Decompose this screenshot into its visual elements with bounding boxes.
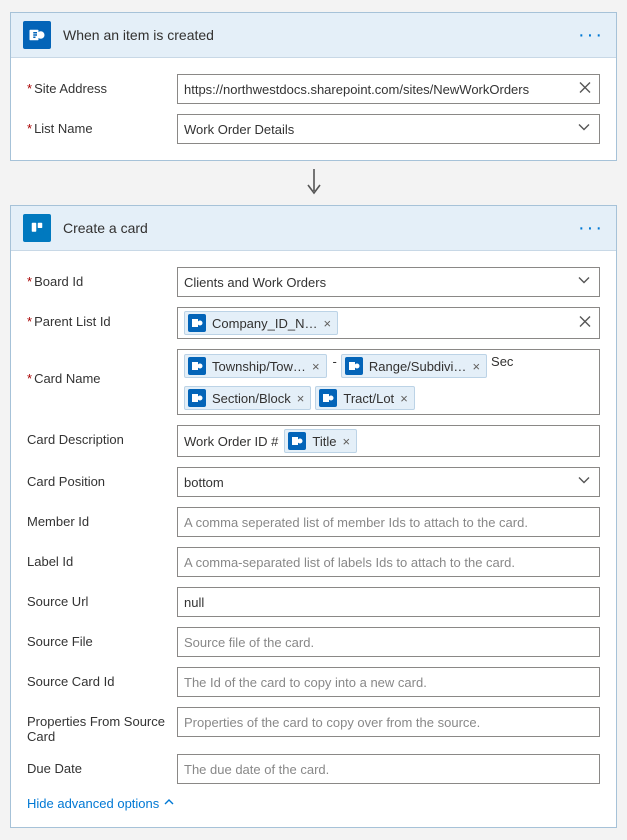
source-file-input[interactable]: Source file of the card.	[177, 627, 600, 657]
dynamic-token[interactable]: Section/Block ×	[184, 386, 311, 410]
chevron-up-icon	[163, 796, 175, 811]
sharepoint-token-icon	[319, 389, 337, 407]
site-address-label: *Site Address	[27, 74, 177, 96]
dynamic-token[interactable]: Township/Tow… ×	[184, 354, 327, 378]
action-more-button[interactable]: ···	[578, 223, 604, 233]
member-id-label: Member Id	[27, 507, 177, 529]
card-position-select[interactable]: bottom	[177, 467, 600, 497]
trigger-more-button[interactable]: ···	[578, 30, 604, 40]
token-remove-icon[interactable]: ×	[324, 316, 332, 331]
dynamic-token[interactable]: Title ×	[284, 429, 357, 453]
trigger-body: *Site Address https://northwestdocs.shar…	[11, 58, 616, 160]
chevron-down-icon[interactable]	[577, 474, 591, 491]
sharepoint-token-icon	[288, 432, 306, 450]
due-date-label: Due Date	[27, 754, 177, 776]
source-card-id-label: Source Card Id	[27, 667, 177, 689]
label-id-label: Label Id	[27, 547, 177, 569]
token-remove-icon[interactable]: ×	[342, 434, 350, 449]
token-remove-icon[interactable]: ×	[472, 359, 480, 374]
properties-from-source-input[interactable]: Properties of the card to copy over from…	[177, 707, 600, 737]
clear-icon[interactable]	[579, 82, 591, 97]
card-name-label: *Card Name	[27, 349, 177, 386]
action-title: Create a card	[63, 220, 578, 236]
action-card: Create a card ··· *Board Id Clients and …	[10, 205, 617, 828]
hide-advanced-toggle[interactable]: Hide advanced options	[27, 796, 175, 811]
source-file-label: Source File	[27, 627, 177, 649]
card-name-input[interactable]: Township/Tow… × - Range/Subdivi… × Sec S…	[177, 349, 600, 415]
action-header[interactable]: Create a card ···	[11, 206, 616, 251]
sharepoint-token-icon	[345, 357, 363, 375]
action-body: *Board Id Clients and Work Orders *Paren…	[11, 251, 616, 827]
sharepoint-token-icon	[188, 357, 206, 375]
sharepoint-token-icon	[188, 314, 206, 332]
due-date-input[interactable]: The due date of the card.	[177, 754, 600, 784]
card-description-input[interactable]: Work Order ID # Title ×	[177, 425, 600, 457]
label-id-input[interactable]: A comma-separated list of labels Ids to …	[177, 547, 600, 577]
card-description-label: Card Description	[27, 425, 177, 447]
board-id-select[interactable]: Clients and Work Orders	[177, 267, 600, 297]
token-remove-icon[interactable]: ×	[312, 359, 320, 374]
connector-arrow	[10, 161, 617, 205]
site-address-input[interactable]: https://northwestdocs.sharepoint.com/sit…	[177, 74, 600, 104]
dynamic-token[interactable]: Company_ID_N… ×	[184, 311, 338, 335]
parent-list-id-label: *Parent List Id	[27, 307, 177, 329]
board-id-label: *Board Id	[27, 267, 177, 289]
sharepoint-token-icon	[188, 389, 206, 407]
chevron-down-icon[interactable]	[577, 274, 591, 291]
source-card-id-input[interactable]: The Id of the card to copy into a new ca…	[177, 667, 600, 697]
trello-icon	[23, 214, 51, 242]
chevron-down-icon[interactable]	[577, 121, 591, 138]
source-url-label: Source Url	[27, 587, 177, 609]
properties-from-source-label: Properties From Source Card	[27, 707, 177, 744]
member-id-input[interactable]: A comma seperated list of member Ids to …	[177, 507, 600, 537]
token-remove-icon[interactable]: ×	[297, 391, 305, 406]
token-remove-icon[interactable]: ×	[400, 391, 408, 406]
trigger-title: When an item is created	[63, 27, 578, 43]
list-name-select[interactable]: Work Order Details	[177, 114, 600, 144]
card-position-label: Card Position	[27, 467, 177, 489]
dynamic-token[interactable]: Tract/Lot ×	[315, 386, 414, 410]
clear-icon[interactable]	[579, 316, 591, 331]
source-url-input[interactable]: null	[177, 587, 600, 617]
list-name-label: *List Name	[27, 114, 177, 136]
dynamic-token[interactable]: Range/Subdivi… ×	[341, 354, 487, 378]
sharepoint-icon	[23, 21, 51, 49]
trigger-header[interactable]: When an item is created ···	[11, 13, 616, 58]
parent-list-id-input[interactable]: Company_ID_N… ×	[177, 307, 600, 339]
trigger-card: When an item is created ··· *Site Addres…	[10, 12, 617, 161]
